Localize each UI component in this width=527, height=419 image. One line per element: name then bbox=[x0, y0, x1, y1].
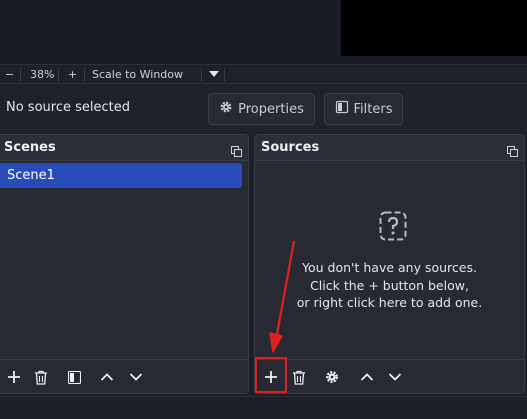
sources-dock: Sources You don't have any sources. Clic… bbox=[254, 134, 525, 394]
scene-item[interactable]: Scene1 bbox=[0, 163, 242, 188]
empty-sources-message: You don't have any sources. Click the + … bbox=[255, 259, 524, 312]
divider bbox=[58, 68, 59, 82]
empty-message-line: or right click here to add one. bbox=[296, 295, 483, 310]
filter-icon[interactable] bbox=[64, 367, 84, 387]
scenes-toolbar bbox=[0, 359, 248, 393]
filter-icon bbox=[335, 100, 349, 118]
zoom-level: 38% bbox=[30, 68, 55, 81]
scenes-header: Scenes bbox=[0, 135, 248, 161]
selection-status: No source selected bbox=[6, 100, 130, 115]
scenes-list[interactable]: Scene1 bbox=[0, 161, 248, 359]
divider bbox=[20, 68, 21, 82]
undock-icon[interactable] bbox=[231, 142, 242, 161]
zoom-bar: − 38% + Scale to Window bbox=[0, 64, 527, 84]
empty-message-line: You don't have any sources. bbox=[302, 260, 477, 275]
divider bbox=[84, 68, 85, 82]
trash-icon[interactable] bbox=[289, 367, 309, 387]
chevron-down-icon[interactable] bbox=[385, 367, 405, 387]
properties-button[interactable]: Properties bbox=[208, 93, 315, 125]
sources-list[interactable]: You don't have any sources. Click the + … bbox=[255, 161, 524, 359]
scenes-dock: Scenes Scene1 bbox=[0, 134, 249, 394]
sources-toolbar bbox=[255, 359, 524, 393]
gear-icon[interactable] bbox=[322, 367, 342, 387]
scale-mode-select[interactable]: Scale to Window bbox=[92, 67, 183, 83]
add-scene-button[interactable] bbox=[4, 367, 24, 387]
gear-icon bbox=[219, 100, 233, 118]
chevron-up-icon[interactable] bbox=[357, 367, 377, 387]
zoom-in-button[interactable]: + bbox=[68, 67, 77, 83]
empty-message-line: Click the + button below, bbox=[310, 277, 469, 293]
chevron-up-icon[interactable] bbox=[97, 367, 117, 387]
annotation-highlight-box bbox=[255, 357, 287, 393]
chevron-down-icon[interactable] bbox=[126, 367, 146, 387]
sources-header: Sources bbox=[255, 135, 524, 161]
properties-label: Properties bbox=[238, 101, 304, 117]
divider bbox=[224, 68, 225, 82]
preview-area[interactable] bbox=[0, 0, 527, 64]
scene-item-label: Scene1 bbox=[7, 168, 55, 183]
preview-canvas[interactable] bbox=[341, 0, 527, 56]
divider bbox=[201, 68, 202, 82]
filters-button[interactable]: Filters bbox=[324, 93, 403, 125]
undock-icon[interactable] bbox=[507, 142, 518, 161]
filters-label: Filters bbox=[353, 101, 393, 117]
chevron-down-icon[interactable] bbox=[208, 68, 220, 84]
scenes-title: Scenes bbox=[4, 140, 56, 155]
unknown-source-icon bbox=[379, 211, 407, 245]
zoom-out-button[interactable]: − bbox=[5, 67, 14, 83]
trash-icon[interactable] bbox=[31, 367, 51, 387]
context-bar: No source selected Properties Filters bbox=[0, 84, 527, 131]
sources-title: Sources bbox=[261, 140, 320, 155]
status-bar bbox=[0, 396, 527, 419]
